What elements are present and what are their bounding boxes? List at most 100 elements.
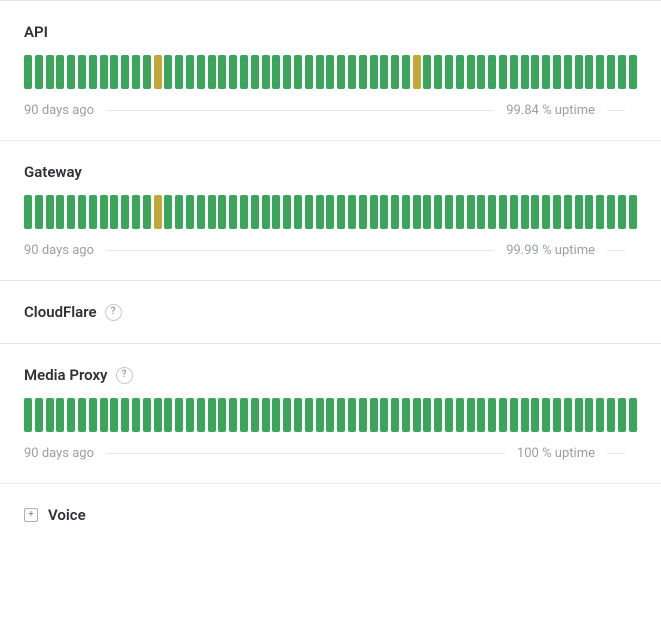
uptime-day-bar[interactable] [456, 398, 464, 432]
uptime-day-bar[interactable] [629, 55, 637, 89]
uptime-day-bar[interactable] [607, 195, 615, 229]
uptime-day-bar[interactable] [542, 195, 550, 229]
uptime-day-bar[interactable] [359, 195, 367, 229]
uptime-day-bar[interactable] [445, 55, 453, 89]
uptime-day-bar[interactable] [251, 398, 259, 432]
uptime-day-bar[interactable] [402, 55, 410, 89]
uptime-day-bar[interactable] [499, 398, 507, 432]
uptime-day-bar[interactable] [100, 195, 108, 229]
uptime-day-bar[interactable] [618, 55, 626, 89]
uptime-day-bar[interactable] [499, 55, 507, 89]
uptime-day-bar[interactable] [175, 55, 183, 89]
uptime-day-bar[interactable] [100, 55, 108, 89]
uptime-day-bar[interactable] [499, 195, 507, 229]
uptime-day-bar[interactable] [164, 195, 172, 229]
uptime-day-bar[interactable] [78, 398, 86, 432]
uptime-day-bar[interactable] [585, 195, 593, 229]
uptime-day-bar[interactable] [477, 195, 485, 229]
uptime-day-bar[interactable] [164, 55, 172, 89]
uptime-day-bar[interactable] [326, 195, 334, 229]
uptime-day-bar[interactable] [596, 195, 604, 229]
uptime-day-bar[interactable] [316, 398, 324, 432]
uptime-day-bar[interactable] [477, 398, 485, 432]
uptime-day-bar[interactable] [197, 195, 205, 229]
help-icon[interactable]: ? [116, 367, 133, 384]
uptime-day-bar[interactable] [521, 195, 529, 229]
uptime-day-bar[interactable] [618, 195, 626, 229]
uptime-day-bar[interactable] [596, 398, 604, 432]
uptime-day-bar[interactable] [283, 398, 291, 432]
uptime-day-bar[interactable] [229, 195, 237, 229]
uptime-day-bar[interactable] [143, 398, 151, 432]
uptime-day-bar[interactable] [391, 195, 399, 229]
help-icon[interactable]: ? [105, 304, 122, 321]
uptime-day-bar[interactable] [423, 398, 431, 432]
uptime-day-bar[interactable] [564, 55, 572, 89]
expand-icon[interactable]: + [24, 508, 38, 522]
uptime-day-bar[interactable] [510, 398, 518, 432]
uptime-day-bar[interactable] [434, 55, 442, 89]
uptime-day-bar[interactable] [413, 398, 421, 432]
uptime-day-bar[interactable] [229, 398, 237, 432]
uptime-day-bar[interactable] [272, 398, 280, 432]
uptime-day-bar[interactable] [629, 195, 637, 229]
uptime-day-bar[interactable] [175, 195, 183, 229]
uptime-day-bar[interactable] [262, 55, 270, 89]
component-name[interactable]: CloudFlare [24, 303, 97, 321]
uptime-day-bar[interactable] [240, 55, 248, 89]
component-name[interactable]: Voice [48, 506, 86, 524]
uptime-day-bar[interactable] [294, 195, 302, 229]
uptime-day-bar[interactable] [46, 55, 54, 89]
uptime-day-bar[interactable] [35, 55, 43, 89]
uptime-day-bar[interactable] [24, 195, 32, 229]
uptime-day-bar[interactable] [348, 195, 356, 229]
uptime-day-bar[interactable] [154, 398, 162, 432]
uptime-day-bar[interactable] [618, 398, 626, 432]
uptime-day-bar[interactable] [370, 398, 378, 432]
uptime-day-bar[interactable] [445, 195, 453, 229]
uptime-day-bar[interactable] [46, 195, 54, 229]
uptime-day-bar[interactable] [56, 398, 64, 432]
uptime-day-bar[interactable] [467, 195, 475, 229]
uptime-day-bar[interactable] [229, 55, 237, 89]
uptime-day-bar[interactable] [596, 55, 604, 89]
uptime-day-bar[interactable] [391, 55, 399, 89]
uptime-day-bar[interactable] [186, 195, 194, 229]
uptime-day-bar[interactable] [434, 398, 442, 432]
uptime-day-bar[interactable] [553, 195, 561, 229]
uptime-day-bar[interactable] [132, 195, 140, 229]
uptime-day-bar[interactable] [370, 55, 378, 89]
uptime-day-bar[interactable] [316, 195, 324, 229]
uptime-day-bar[interactable] [305, 195, 313, 229]
uptime-day-bar[interactable] [359, 398, 367, 432]
uptime-day-bar[interactable] [423, 195, 431, 229]
uptime-day-bar[interactable] [208, 195, 216, 229]
uptime-day-bar[interactable] [240, 195, 248, 229]
uptime-day-bar[interactable] [78, 195, 86, 229]
uptime-day-bar[interactable] [218, 398, 226, 432]
uptime-day-bar[interactable] [56, 55, 64, 89]
uptime-day-bar[interactable] [46, 398, 54, 432]
uptime-day-bar[interactable] [575, 398, 583, 432]
uptime-day-bar[interactable] [564, 195, 572, 229]
uptime-day-bar[interactable] [413, 195, 421, 229]
uptime-day-bar[interactable] [35, 398, 43, 432]
uptime-day-bar[interactable] [380, 195, 388, 229]
uptime-day-bar[interactable] [56, 195, 64, 229]
uptime-day-bar[interactable] [348, 398, 356, 432]
uptime-day-bar[interactable] [305, 55, 313, 89]
uptime-day-bar[interactable] [262, 195, 270, 229]
uptime-day-bar[interactable] [208, 398, 216, 432]
uptime-day-bar[interactable] [531, 398, 539, 432]
uptime-day-bar[interactable] [531, 55, 539, 89]
uptime-day-bar[interactable] [262, 398, 270, 432]
uptime-day-bar[interactable] [132, 398, 140, 432]
uptime-day-bar[interactable] [164, 398, 172, 432]
uptime-day-bar[interactable] [143, 195, 151, 229]
uptime-day-bar[interactable] [89, 55, 97, 89]
uptime-day-bar[interactable] [413, 55, 421, 89]
uptime-day-bar[interactable] [434, 195, 442, 229]
uptime-day-bar[interactable] [337, 398, 345, 432]
uptime-day-bar[interactable] [445, 398, 453, 432]
uptime-day-bar[interactable] [186, 55, 194, 89]
